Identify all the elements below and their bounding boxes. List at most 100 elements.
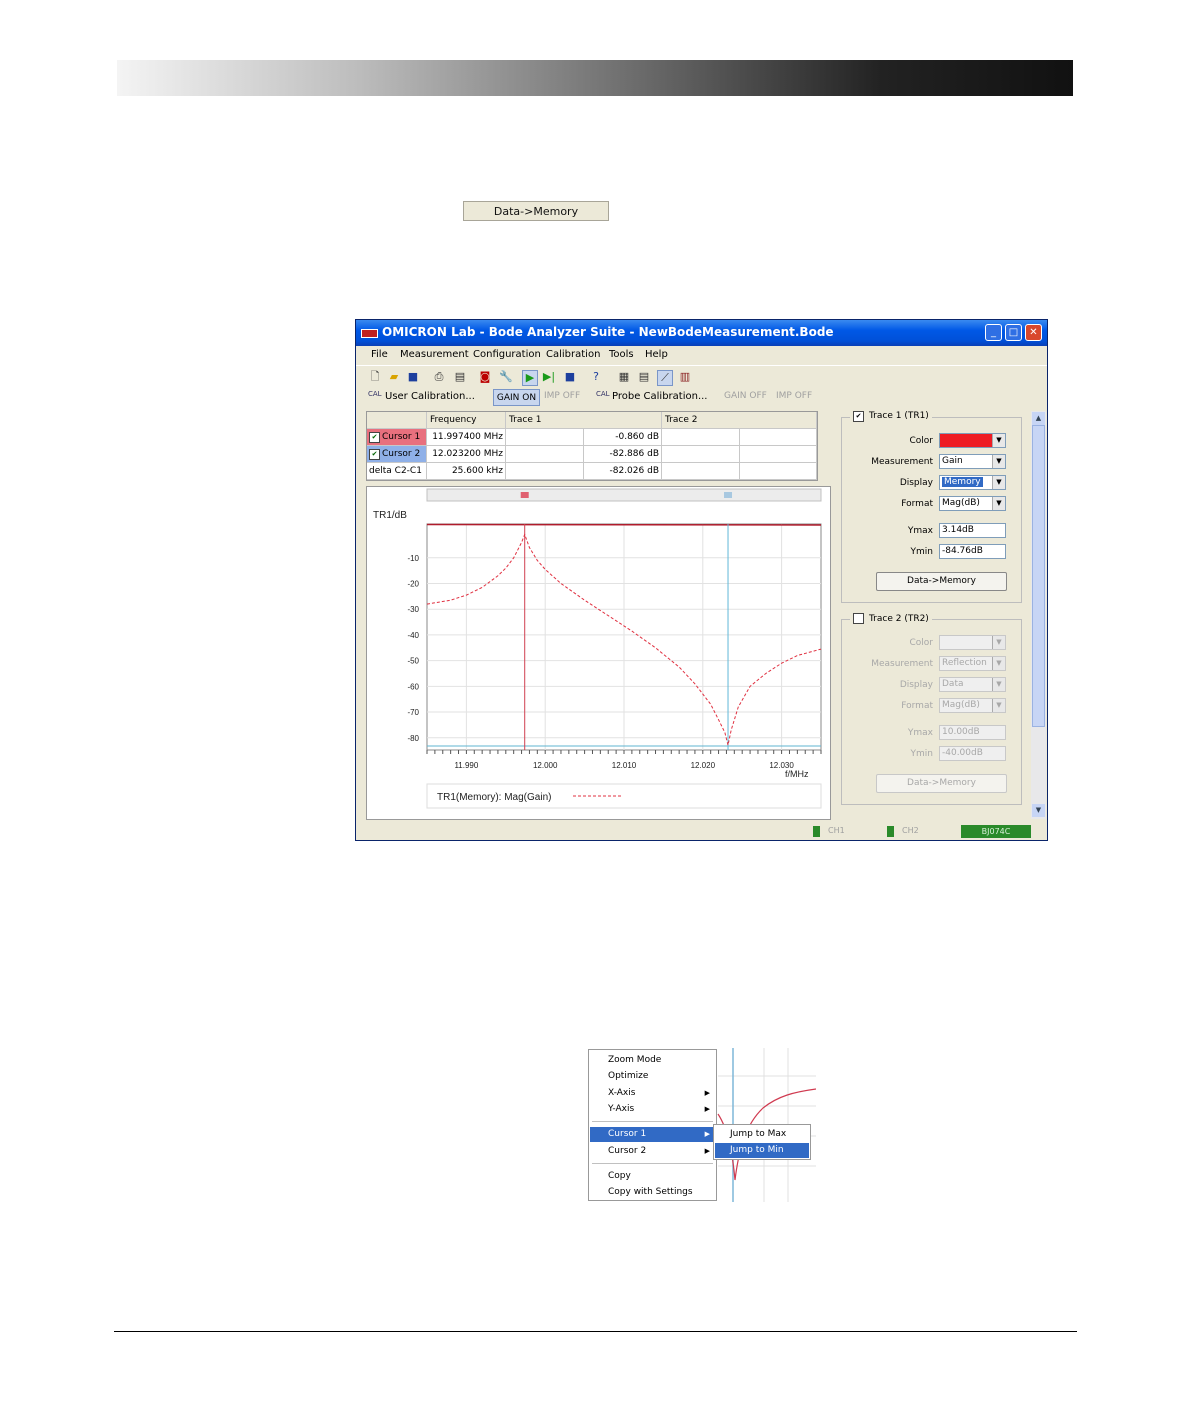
- chevron-down-icon: ▼: [992, 636, 1005, 649]
- trace1-checkbox[interactable]: ✔: [853, 411, 864, 422]
- single-sweep-icon[interactable]: ▶|: [542, 370, 556, 384]
- panel-scrollbar[interactable]: ▲ ▼: [1031, 411, 1046, 819]
- cursor1-frequency: 11.997400 MHz: [427, 429, 506, 446]
- cursor1-menu-label: Cursor 1: [608, 1129, 647, 1139]
- imp-off-toggle[interactable]: IMP OFF: [544, 391, 580, 401]
- layout-icon-1[interactable]: ▦: [617, 370, 631, 384]
- close-icon[interactable]: ✕: [1025, 324, 1042, 341]
- menu-item-zoom-mode[interactable]: Zoom Mode: [590, 1053, 716, 1068]
- y-tick-label: -60: [407, 682, 419, 691]
- open-folder-icon[interactable]: ▰: [387, 370, 401, 384]
- print-icon[interactable]: ⎙: [432, 370, 446, 384]
- cursor1-label: Cursor 1: [382, 432, 421, 442]
- probe-cal-icon[interactable]: CAL: [596, 390, 610, 398]
- save-icon[interactable]: ■: [406, 370, 420, 384]
- header-trace2: Trace 2: [662, 412, 817, 429]
- trace1-measurement-select[interactable]: Gain ▼: [939, 454, 1006, 469]
- trace2-checkbox[interactable]: [853, 613, 864, 624]
- scroll-up-icon[interactable]: ▲: [1032, 412, 1045, 425]
- trace2-measurement-select[interactable]: Reflection ▼: [939, 656, 1006, 671]
- ch2-led-icon: [887, 826, 894, 837]
- help-icon[interactable]: ?: [589, 370, 603, 384]
- chevron-right-icon: ▶: [704, 1130, 710, 1138]
- menu-help[interactable]: Help: [645, 349, 668, 360]
- menu-measurement[interactable]: Measurement: [400, 349, 469, 360]
- trace1-ymin-label: Ymin: [910, 547, 933, 557]
- menu-item-x-axis[interactable]: X-Axis ▶: [590, 1086, 716, 1101]
- menu-item-jump-to-min[interactable]: Jump to Min: [715, 1143, 809, 1158]
- delta-label: delta C2-C1: [367, 463, 427, 480]
- maximize-icon[interactable]: □: [1005, 324, 1022, 341]
- stop-icon[interactable]: ■: [563, 370, 577, 384]
- menu-item-y-axis[interactable]: Y-Axis ▶: [590, 1102, 716, 1117]
- y-tick-label: -70: [407, 708, 419, 717]
- menu-item-cursor1[interactable]: Cursor 1 ▶: [590, 1127, 716, 1142]
- cursor1-checkbox[interactable]: ✔: [369, 432, 380, 443]
- window-title: OMICRON Lab - Bode Analyzer Suite - NewB…: [382, 325, 834, 339]
- menu-item-cursor2[interactable]: Cursor 2 ▶: [590, 1144, 716, 1159]
- menu-item-copy-with-settings[interactable]: Copy with Settings: [590, 1185, 716, 1200]
- menu-calibration[interactable]: Calibration: [546, 349, 600, 360]
- cursor1-t2b: [740, 429, 817, 446]
- new-file-icon[interactable]: 🗋: [368, 370, 382, 384]
- trace2-color-select[interactable]: ▼: [939, 635, 1006, 650]
- menu-bar: File Measurement Configuration Calibrati…: [356, 346, 1047, 365]
- trace1-format-value: Mag(dB): [942, 498, 980, 508]
- start-icon[interactable]: ▶: [522, 370, 538, 386]
- gain-on-toggle[interactable]: GAIN ON: [493, 389, 540, 406]
- trace2-format-select[interactable]: Mag(dB) ▼: [939, 698, 1006, 713]
- minimize-icon[interactable]: _: [985, 324, 1002, 341]
- trace2-display-select[interactable]: Data ▼: [939, 677, 1006, 692]
- wrench-icon[interactable]: 🔧: [499, 370, 513, 384]
- device-status: BJ074C: [961, 825, 1031, 838]
- menu-file[interactable]: File: [371, 349, 388, 360]
- y-tick-label: -40: [407, 631, 419, 640]
- cursor1-handle[interactable]: [520, 492, 529, 498]
- chart-view-icon[interactable]: ▥: [678, 370, 692, 384]
- trace1-ymax-input[interactable]: 3.14dB: [939, 523, 1006, 538]
- cursor2-checkbox[interactable]: ✔: [369, 449, 380, 460]
- y-tick-label: -30: [407, 605, 419, 614]
- trace2-ymin-input[interactable]: -40.00dB: [939, 746, 1006, 761]
- report-icon[interactable]: ▤: [453, 370, 467, 384]
- scrollbar-thumb[interactable]: [1032, 425, 1045, 727]
- trace2-color-label: Color: [909, 638, 934, 648]
- delta-t2a: [662, 463, 740, 480]
- probe-calibration-button[interactable]: Probe Calibration...: [612, 391, 708, 402]
- table-row-cursor2[interactable]: ✔ Cursor 2: [367, 446, 427, 463]
- cursor2-handle[interactable]: [724, 492, 733, 498]
- trace2-ymin-label: Ymin: [910, 749, 933, 759]
- layout-icon-2[interactable]: ▤: [637, 370, 651, 384]
- gain-chart[interactable]: -10 -20 -30 -40 -50 -60 -70 -80 11.990 12.000 12.0…: [367, 487, 830, 819]
- delta-trace1: -82.026 dB: [584, 463, 662, 480]
- page-header-bar: [117, 60, 1073, 96]
- menu-configuration[interactable]: Configuration: [473, 349, 541, 360]
- chevron-down-icon: ▼: [992, 657, 1005, 670]
- device-icon[interactable]: ◙: [478, 370, 492, 384]
- trace2-title: Trace 2 (TR2): [869, 614, 929, 624]
- menu-tools[interactable]: Tools: [609, 349, 634, 360]
- trace2-header: Trace 2 (TR2): [850, 613, 932, 624]
- graph-view-icon[interactable]: ⟋: [657, 370, 673, 386]
- trace1-color-label: Color: [909, 436, 934, 446]
- menu-item-optimize[interactable]: Optimize: [590, 1069, 716, 1084]
- scroll-down-icon[interactable]: ▼: [1032, 804, 1045, 817]
- toolbar: 🗋 ▰ ■ ⎙ ▤ ◙ 🔧 ▶ ▶| ■ ? ▦ ▤ ⟋ ▥: [356, 365, 1047, 388]
- menu-item-copy[interactable]: Copy: [590, 1169, 716, 1184]
- graph-panel[interactable]: -10 -20 -30 -40 -50 -60 -70 -80 11.990 12.000 12.0…: [366, 486, 831, 820]
- gain-off-toggle[interactable]: GAIN OFF: [724, 391, 767, 401]
- trace1-display-select[interactable]: Memory ▼: [939, 475, 1006, 490]
- trace2-ymax-input[interactable]: 10.00dB: [939, 725, 1006, 740]
- trace1-ymin-input[interactable]: -84.76dB: [939, 544, 1006, 559]
- table-row-cursor1[interactable]: ✔ Cursor 1: [367, 429, 427, 446]
- trace1-color-select[interactable]: ▼: [939, 433, 1006, 448]
- trace1-data-to-memory-button[interactable]: Data->Memory: [876, 572, 1007, 591]
- data-to-memory-button-illustration[interactable]: Data->Memory: [463, 201, 609, 221]
- trace2-display-label: Display: [899, 680, 933, 690]
- user-cal-icon[interactable]: CAL: [368, 390, 382, 398]
- user-calibration-button[interactable]: User Calibration...: [385, 391, 475, 402]
- trace2-data-to-memory-button[interactable]: Data->Memory: [876, 774, 1007, 793]
- imp-off-toggle-2[interactable]: IMP OFF: [776, 391, 812, 401]
- trace1-format-select[interactable]: Mag(dB) ▼: [939, 496, 1006, 511]
- menu-item-jump-to-max[interactable]: Jump to Max: [715, 1127, 809, 1142]
